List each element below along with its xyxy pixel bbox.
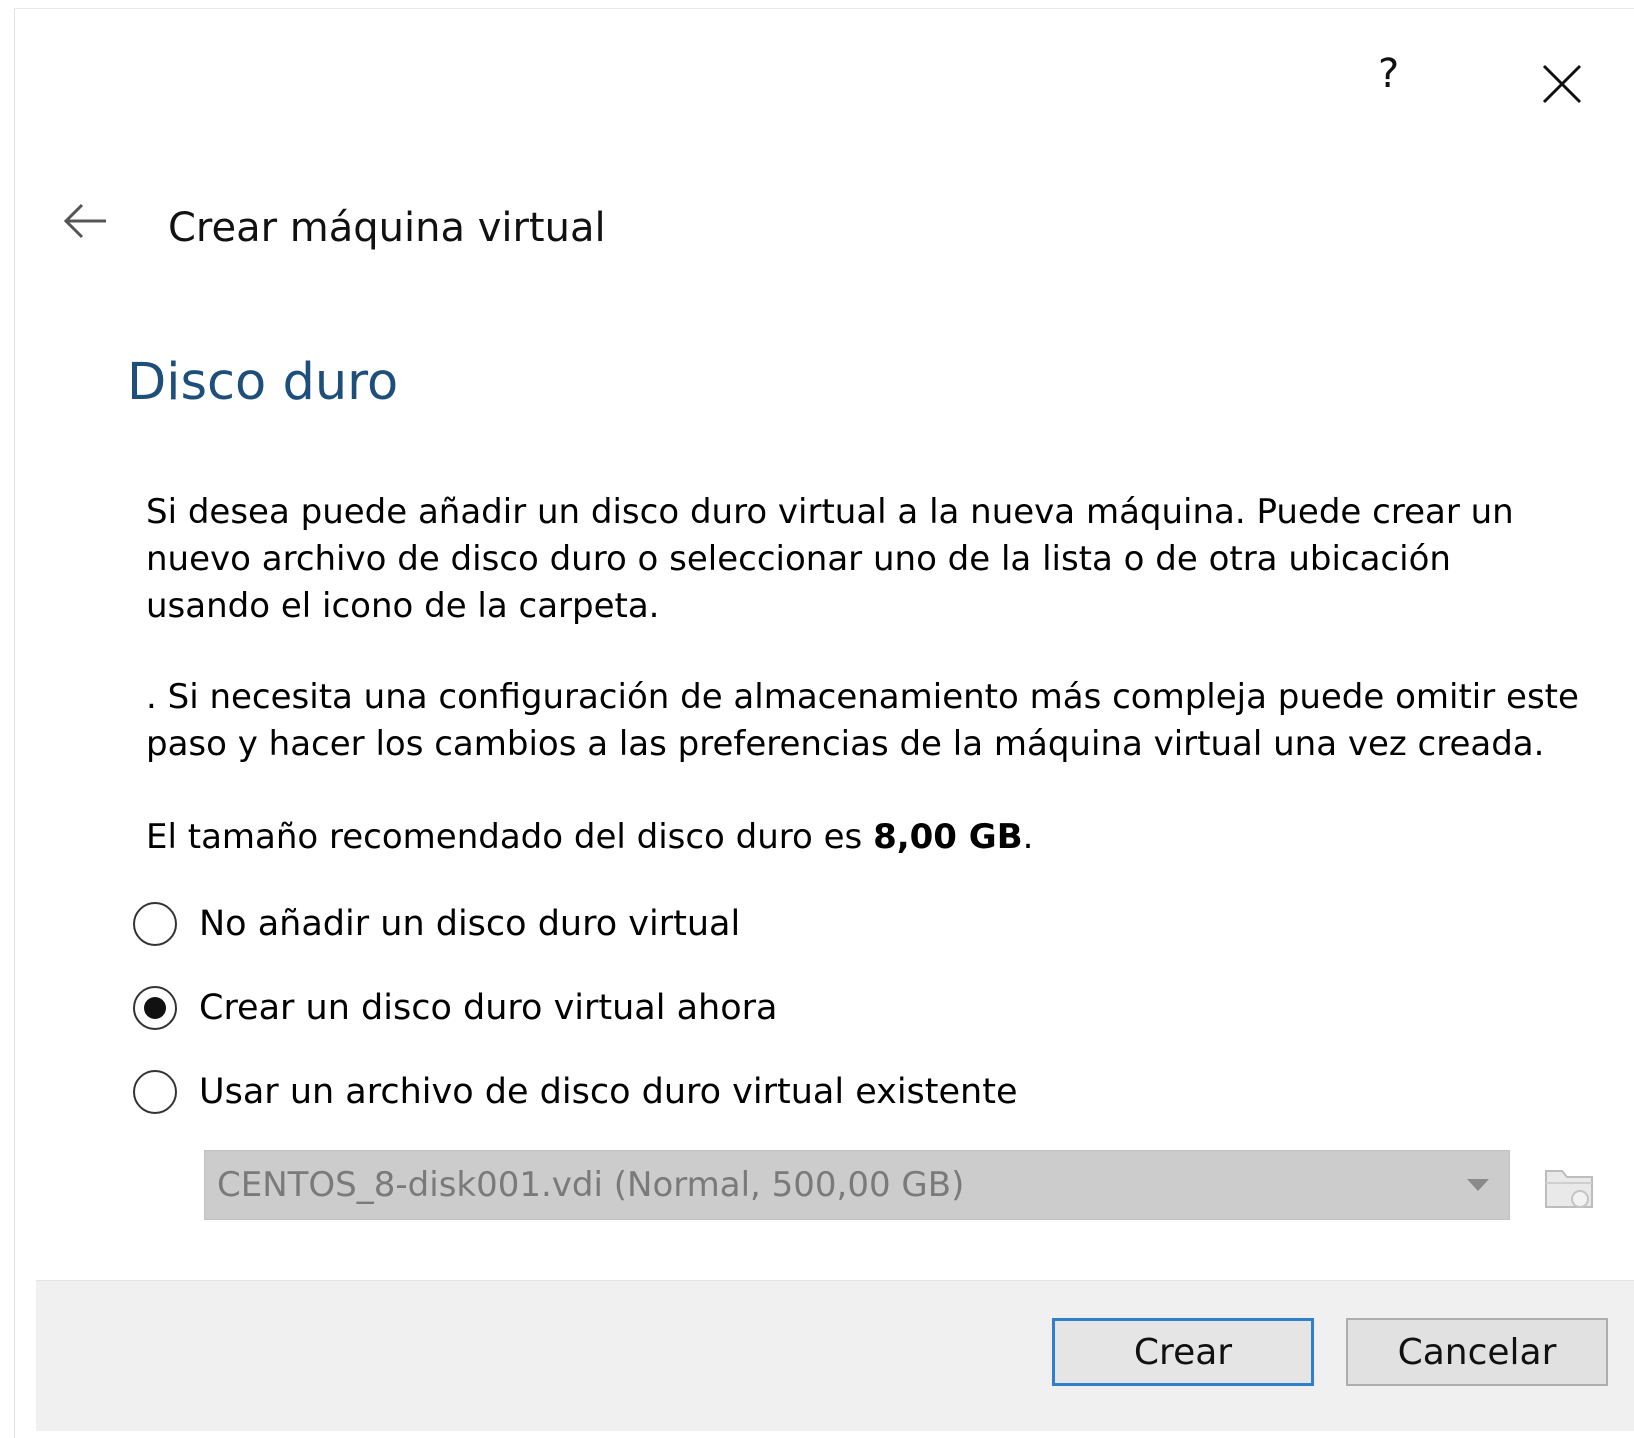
chevron-down-icon: [1467, 1179, 1489, 1191]
radio-label: Crear un disco duro virtual ahora: [199, 988, 778, 1028]
help-button[interactable]: ?: [1378, 52, 1399, 96]
cancel-button[interactable]: Cancelar: [1346, 1318, 1608, 1386]
existing-disk-select[interactable]: CENTOS_8-disk001.vdi (Normal, 500,00 GB): [204, 1150, 1510, 1220]
description-paragraph: Si desea puede añadir un disco duro virt…: [146, 489, 1514, 630]
recommended-size-value: 8,00 GB: [873, 817, 1023, 857]
recommended-size-prefix: El tamaño recomendado del disco duro es: [146, 817, 874, 857]
advanced-note-paragraph: . Si necesita una configuración de almac…: [146, 674, 1579, 768]
description-line: Si desea puede añadir un disco duro virt…: [146, 492, 1514, 532]
recommended-size-suffix: .: [1022, 817, 1034, 857]
radio-create-disk[interactable]: Crear un disco duro virtual ahora: [133, 982, 777, 1034]
existing-disk-value: CENTOS_8-disk001.vdi (Normal, 500,00 GB): [217, 1165, 965, 1205]
folder-icon[interactable]: [1540, 1157, 1600, 1217]
wizard-title: Crear máquina virtual: [168, 205, 606, 251]
recommended-size-text: El tamaño recomendado del disco duro es …: [146, 814, 1033, 861]
radio-label: No añadir un disco duro virtual: [199, 904, 741, 944]
advanced-note-line: . Si necesita una configuración de almac…: [146, 677, 1579, 717]
advanced-note-line: paso y hacer los cambios a las preferenc…: [146, 724, 1545, 764]
radio-label: Usar un archivo de disco duro virtual ex…: [199, 1072, 1018, 1112]
radio-existing-disk[interactable]: Usar un archivo de disco duro virtual ex…: [133, 1066, 1017, 1118]
radio-no-disk[interactable]: No añadir un disco duro virtual: [133, 898, 740, 950]
page-title: Disco duro: [127, 353, 399, 412]
description-line: usando el icono de la carpeta.: [146, 586, 660, 626]
radio-button[interactable]: [133, 902, 177, 946]
radio-button-checked[interactable]: [133, 986, 177, 1030]
back-arrow-icon[interactable]: [60, 198, 112, 244]
create-button[interactable]: Crear: [1052, 1318, 1314, 1386]
close-icon[interactable]: [1538, 60, 1586, 108]
description-line: nuevo archivo de disco duro o selecciona…: [146, 539, 1451, 579]
radio-button[interactable]: [133, 1070, 177, 1114]
